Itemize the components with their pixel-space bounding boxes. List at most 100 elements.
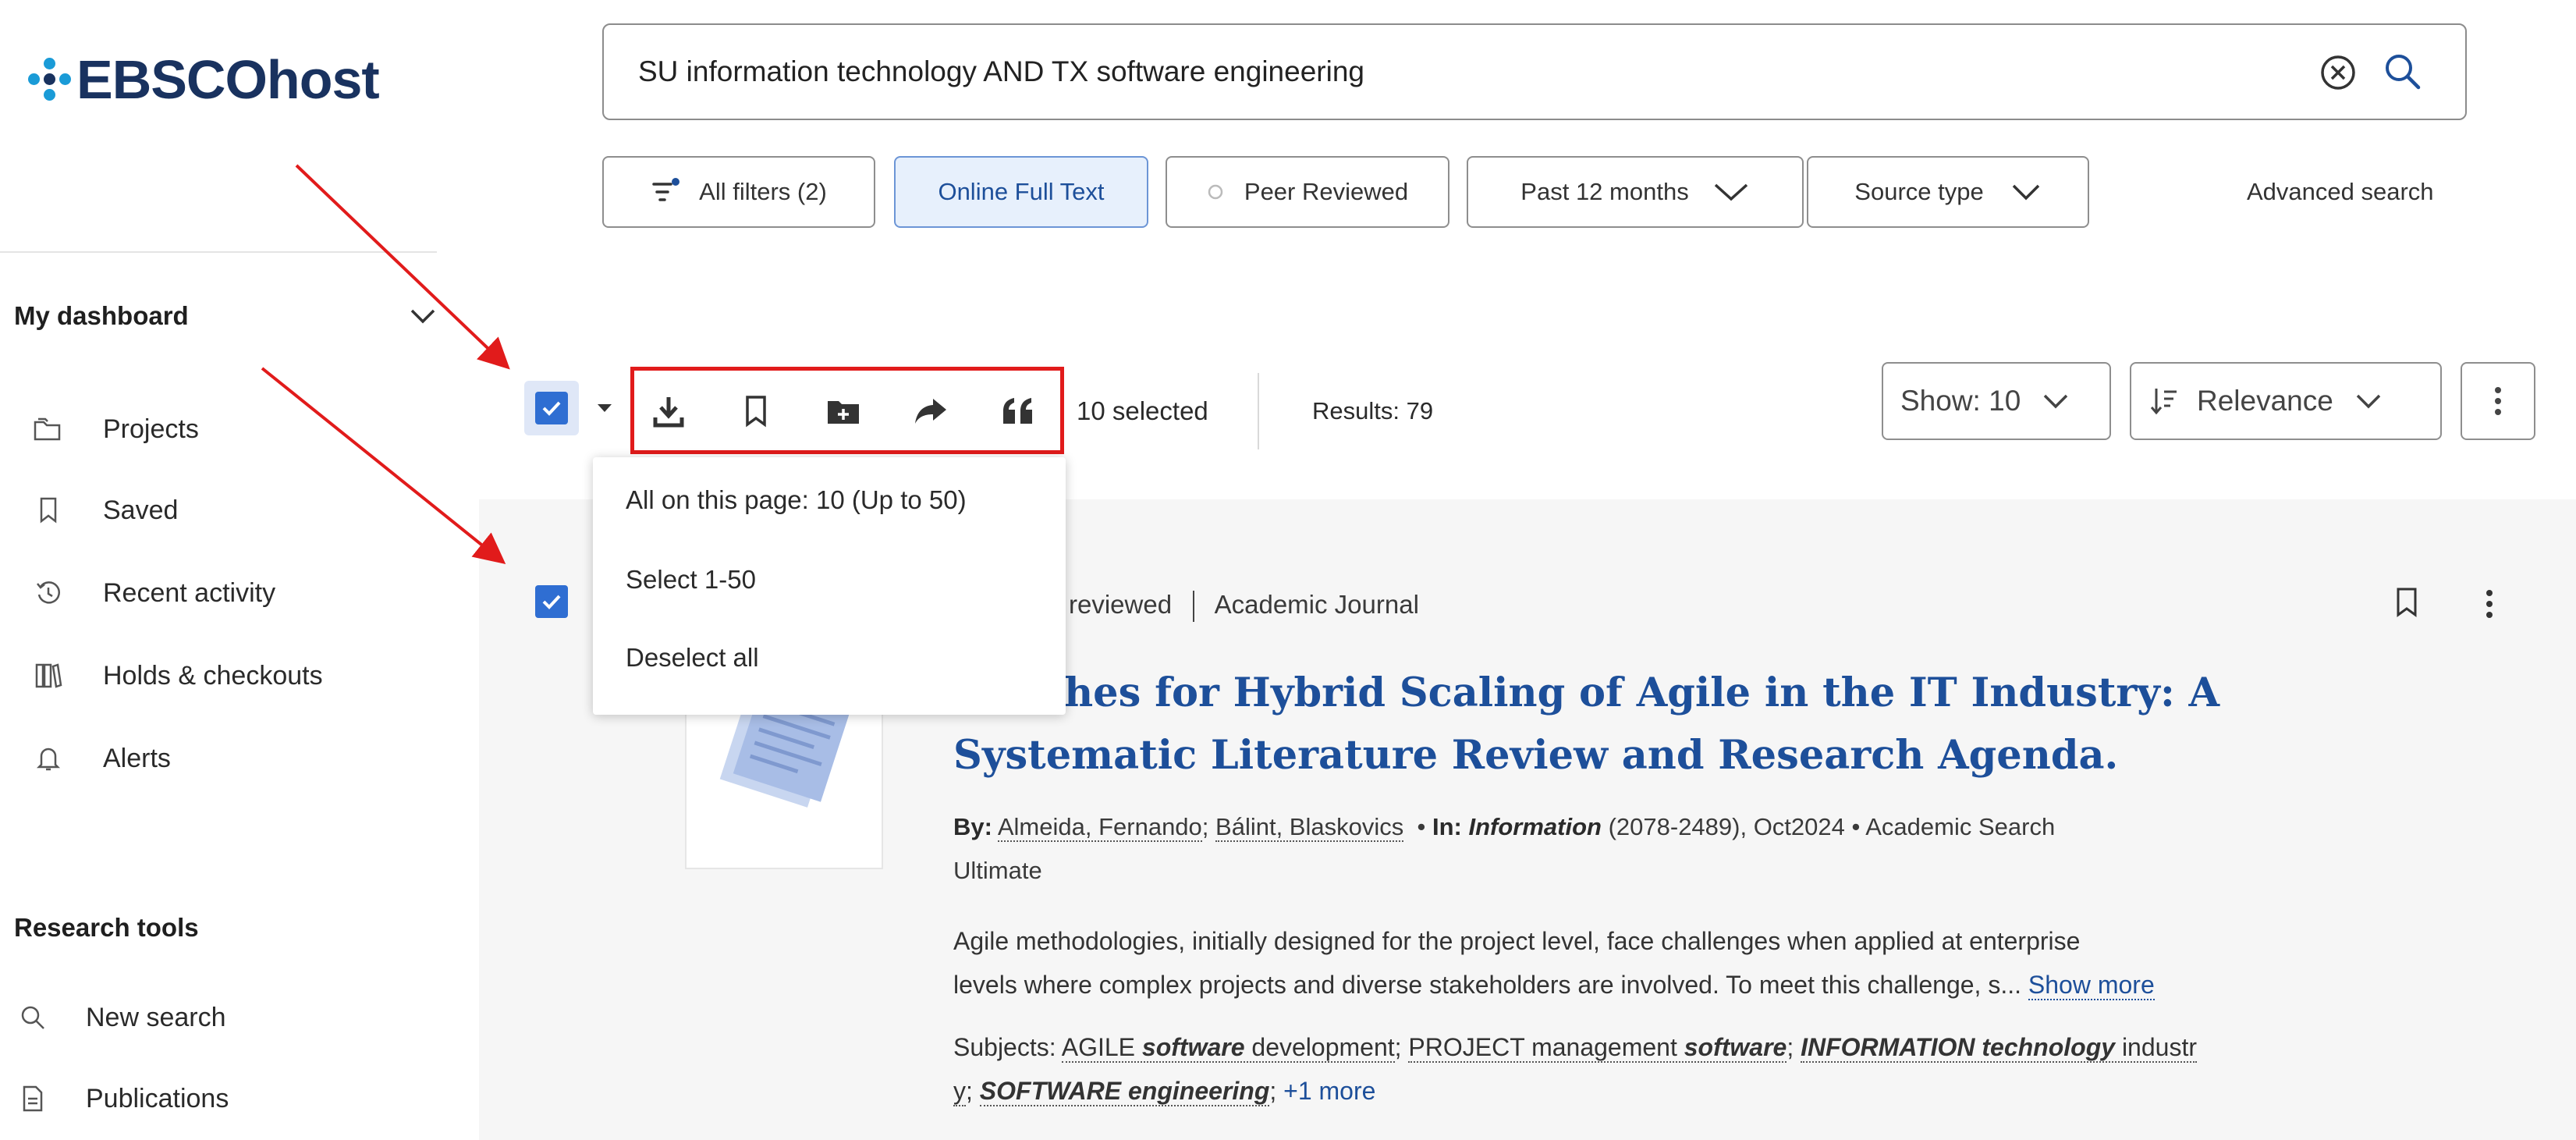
peer-reviewed-tag: reviewed: [1069, 590, 1173, 619]
subjects-label: Subjects:: [953, 1033, 1056, 1061]
sidebar-item-recent-activity[interactable]: Recent activity: [0, 577, 275, 609]
folders-icon: [33, 414, 64, 445]
bookmark-icon[interactable]: [2395, 587, 2418, 618]
cite-icon[interactable]: [997, 390, 1039, 432]
date-range-label: Past 12 months: [1520, 178, 1689, 205]
results-count: Results: 79: [1312, 397, 1434, 424]
select-all-checkbox[interactable]: [524, 381, 579, 435]
sort-icon: [2150, 389, 2177, 415]
result-subjects: Subjects: AGILE software development; PR…: [953, 1033, 2197, 1106]
select-dropdown-menu: All on this page: 10 (Up to 50) Select 1…: [593, 457, 1066, 715]
result-title[interactable]: aches for Hybrid Scaling of Agile in the…: [953, 662, 2326, 787]
result-title-line2: Systematic Literature Review and Researc…: [953, 732, 2119, 779]
result-abstract: Agile methodologies, initially designed …: [953, 919, 2420, 1007]
vertical-dots-icon[interactable]: [2486, 588, 2493, 620]
date-range-select[interactable]: Past 12 months: [1467, 156, 1804, 228]
annotation-arrow: [295, 164, 510, 370]
annotation-arrow: [261, 367, 506, 565]
books-icon: [33, 660, 64, 691]
source-type-select[interactable]: Source type: [1807, 156, 2089, 228]
more-subjects-link[interactable]: +1 more: [1283, 1077, 1375, 1105]
folder-add-icon[interactable]: [822, 390, 864, 432]
bookmark-icon: [33, 495, 64, 526]
online-full-text-label: Online Full Text: [938, 178, 1105, 205]
peer-reviewed-chip[interactable]: Peer Reviewed: [1166, 156, 1449, 228]
menu-item-all-on-page[interactable]: All on this page: 10 (Up to 50): [626, 481, 967, 520]
search-bar[interactable]: SU information technology AND TX softwar…: [602, 23, 2467, 120]
sidebar-item-new-search[interactable]: New search: [0, 1002, 226, 1033]
sidebar-item-label: Alerts: [103, 743, 171, 773]
advanced-search-link[interactable]: Advanced search: [2247, 156, 2434, 228]
menu-item-select-range[interactable]: Select 1-50: [626, 560, 756, 599]
menu-item-deselect-all[interactable]: Deselect all: [626, 638, 759, 677]
sidebar-item-projects[interactable]: Projects: [0, 414, 199, 445]
subject-link[interactable]: AGILE software development: [1061, 1033, 1395, 1063]
share-icon[interactable]: [910, 390, 952, 432]
bell-icon: [33, 743, 64, 774]
sidebar-item-label: New search: [86, 1002, 226, 1032]
checkmark-icon: [542, 595, 561, 609]
subject-link[interactable]: INFORMATION technology industr: [1801, 1033, 2197, 1063]
all-filters-button[interactable]: All filters (2): [602, 156, 875, 228]
by-label: By:: [953, 813, 992, 840]
sort-select[interactable]: Relevance: [2130, 362, 2442, 440]
filter-icon: [652, 178, 680, 201]
search-icon: [17, 1002, 48, 1033]
brand-name: EBSCOhost: [76, 49, 380, 110]
document-icon: [17, 1083, 48, 1114]
online-full-text-chip[interactable]: Online Full Text: [894, 156, 1148, 228]
vertical-dots-icon: [2495, 387, 2501, 415]
sidebar-item-alerts[interactable]: Alerts: [0, 743, 171, 774]
chevron-down-icon: [2356, 394, 2381, 409]
in-label: In:: [1432, 813, 1462, 840]
result-checkbox[interactable]: [535, 585, 568, 618]
show-per-page-select[interactable]: Show: 10: [1882, 362, 2111, 440]
all-filters-label: All filters (2): [699, 178, 827, 205]
publication-type: Academic Journal: [1214, 590, 1419, 619]
author-link[interactable]: Bálint, Blaskovics: [1215, 813, 1404, 842]
sidebar-divider: [0, 251, 437, 253]
journal-name[interactable]: Information: [1468, 813, 1602, 840]
ebsco-logo[interactable]: EBSCOhost: [28, 48, 380, 111]
show-more-link[interactable]: Show more: [2028, 971, 2155, 1000]
sidebar-item-saved[interactable]: Saved: [0, 495, 178, 526]
caret-down-icon[interactable]: [596, 403, 613, 414]
sidebar-item-holds[interactable]: Holds & checkouts: [0, 660, 323, 691]
selected-count: 10 selected: [1077, 396, 1208, 425]
sidebar-item-label: Projects: [103, 414, 199, 444]
sidebar-item-label: Publications: [86, 1083, 229, 1113]
author-link[interactable]: Almeida, Fernando: [997, 813, 1202, 842]
sidebar-item-publications[interactable]: Publications: [0, 1083, 229, 1114]
search-icon[interactable]: [2381, 50, 2425, 94]
chevron-down-icon: [2044, 394, 2068, 409]
search-input[interactable]: SU information technology AND TX softwar…: [638, 25, 1364, 119]
chevron-down-icon: [1714, 183, 1747, 201]
subject-link[interactable]: PROJECT management software: [1408, 1033, 1787, 1063]
ebsco-logo-icon: [28, 58, 72, 101]
result-byline: By: Almeida, Fernando; Bálint, Blaskovic…: [953, 813, 2056, 884]
more-options-button[interactable]: [2461, 362, 2535, 440]
toolbar-divider: [1258, 373, 1259, 449]
sort-label: Relevance: [2197, 385, 2333, 417]
chevron-down-icon: [2012, 184, 2039, 201]
chevron-down-icon[interactable]: [409, 307, 437, 326]
peer-reviewed-label: Peer Reviewed: [1244, 178, 1409, 205]
source-type-label: Source type: [1854, 178, 1984, 205]
bookmark-icon[interactable]: [735, 390, 777, 432]
result-meta: reviewed Academic Journal: [1069, 587, 1419, 623]
abstract-line: levels where complex projects and divers…: [953, 971, 2021, 999]
sidebar-item-label: Holds & checkouts: [103, 660, 323, 691]
circle-x-icon[interactable]: [2319, 53, 2358, 92]
subject-link[interactable]: y: [953, 1077, 966, 1106]
research-tools-heading: Research tools: [14, 913, 199, 942]
subject-link[interactable]: SOFTWARE engineering: [979, 1077, 1270, 1106]
show-per-page-label: Show: 10: [1900, 385, 2021, 417]
download-icon[interactable]: [648, 390, 690, 432]
meta-divider: [1193, 591, 1195, 623]
radio-icon: [1208, 184, 1223, 200]
dashboard-heading: My dashboard: [14, 301, 189, 330]
sidebar-item-label: Recent activity: [103, 577, 276, 608]
abstract-line: Agile methodologies, initially designed …: [953, 927, 2081, 955]
sidebar-item-label: Saved: [103, 495, 179, 525]
database-name: Ultimate: [953, 857, 1042, 884]
